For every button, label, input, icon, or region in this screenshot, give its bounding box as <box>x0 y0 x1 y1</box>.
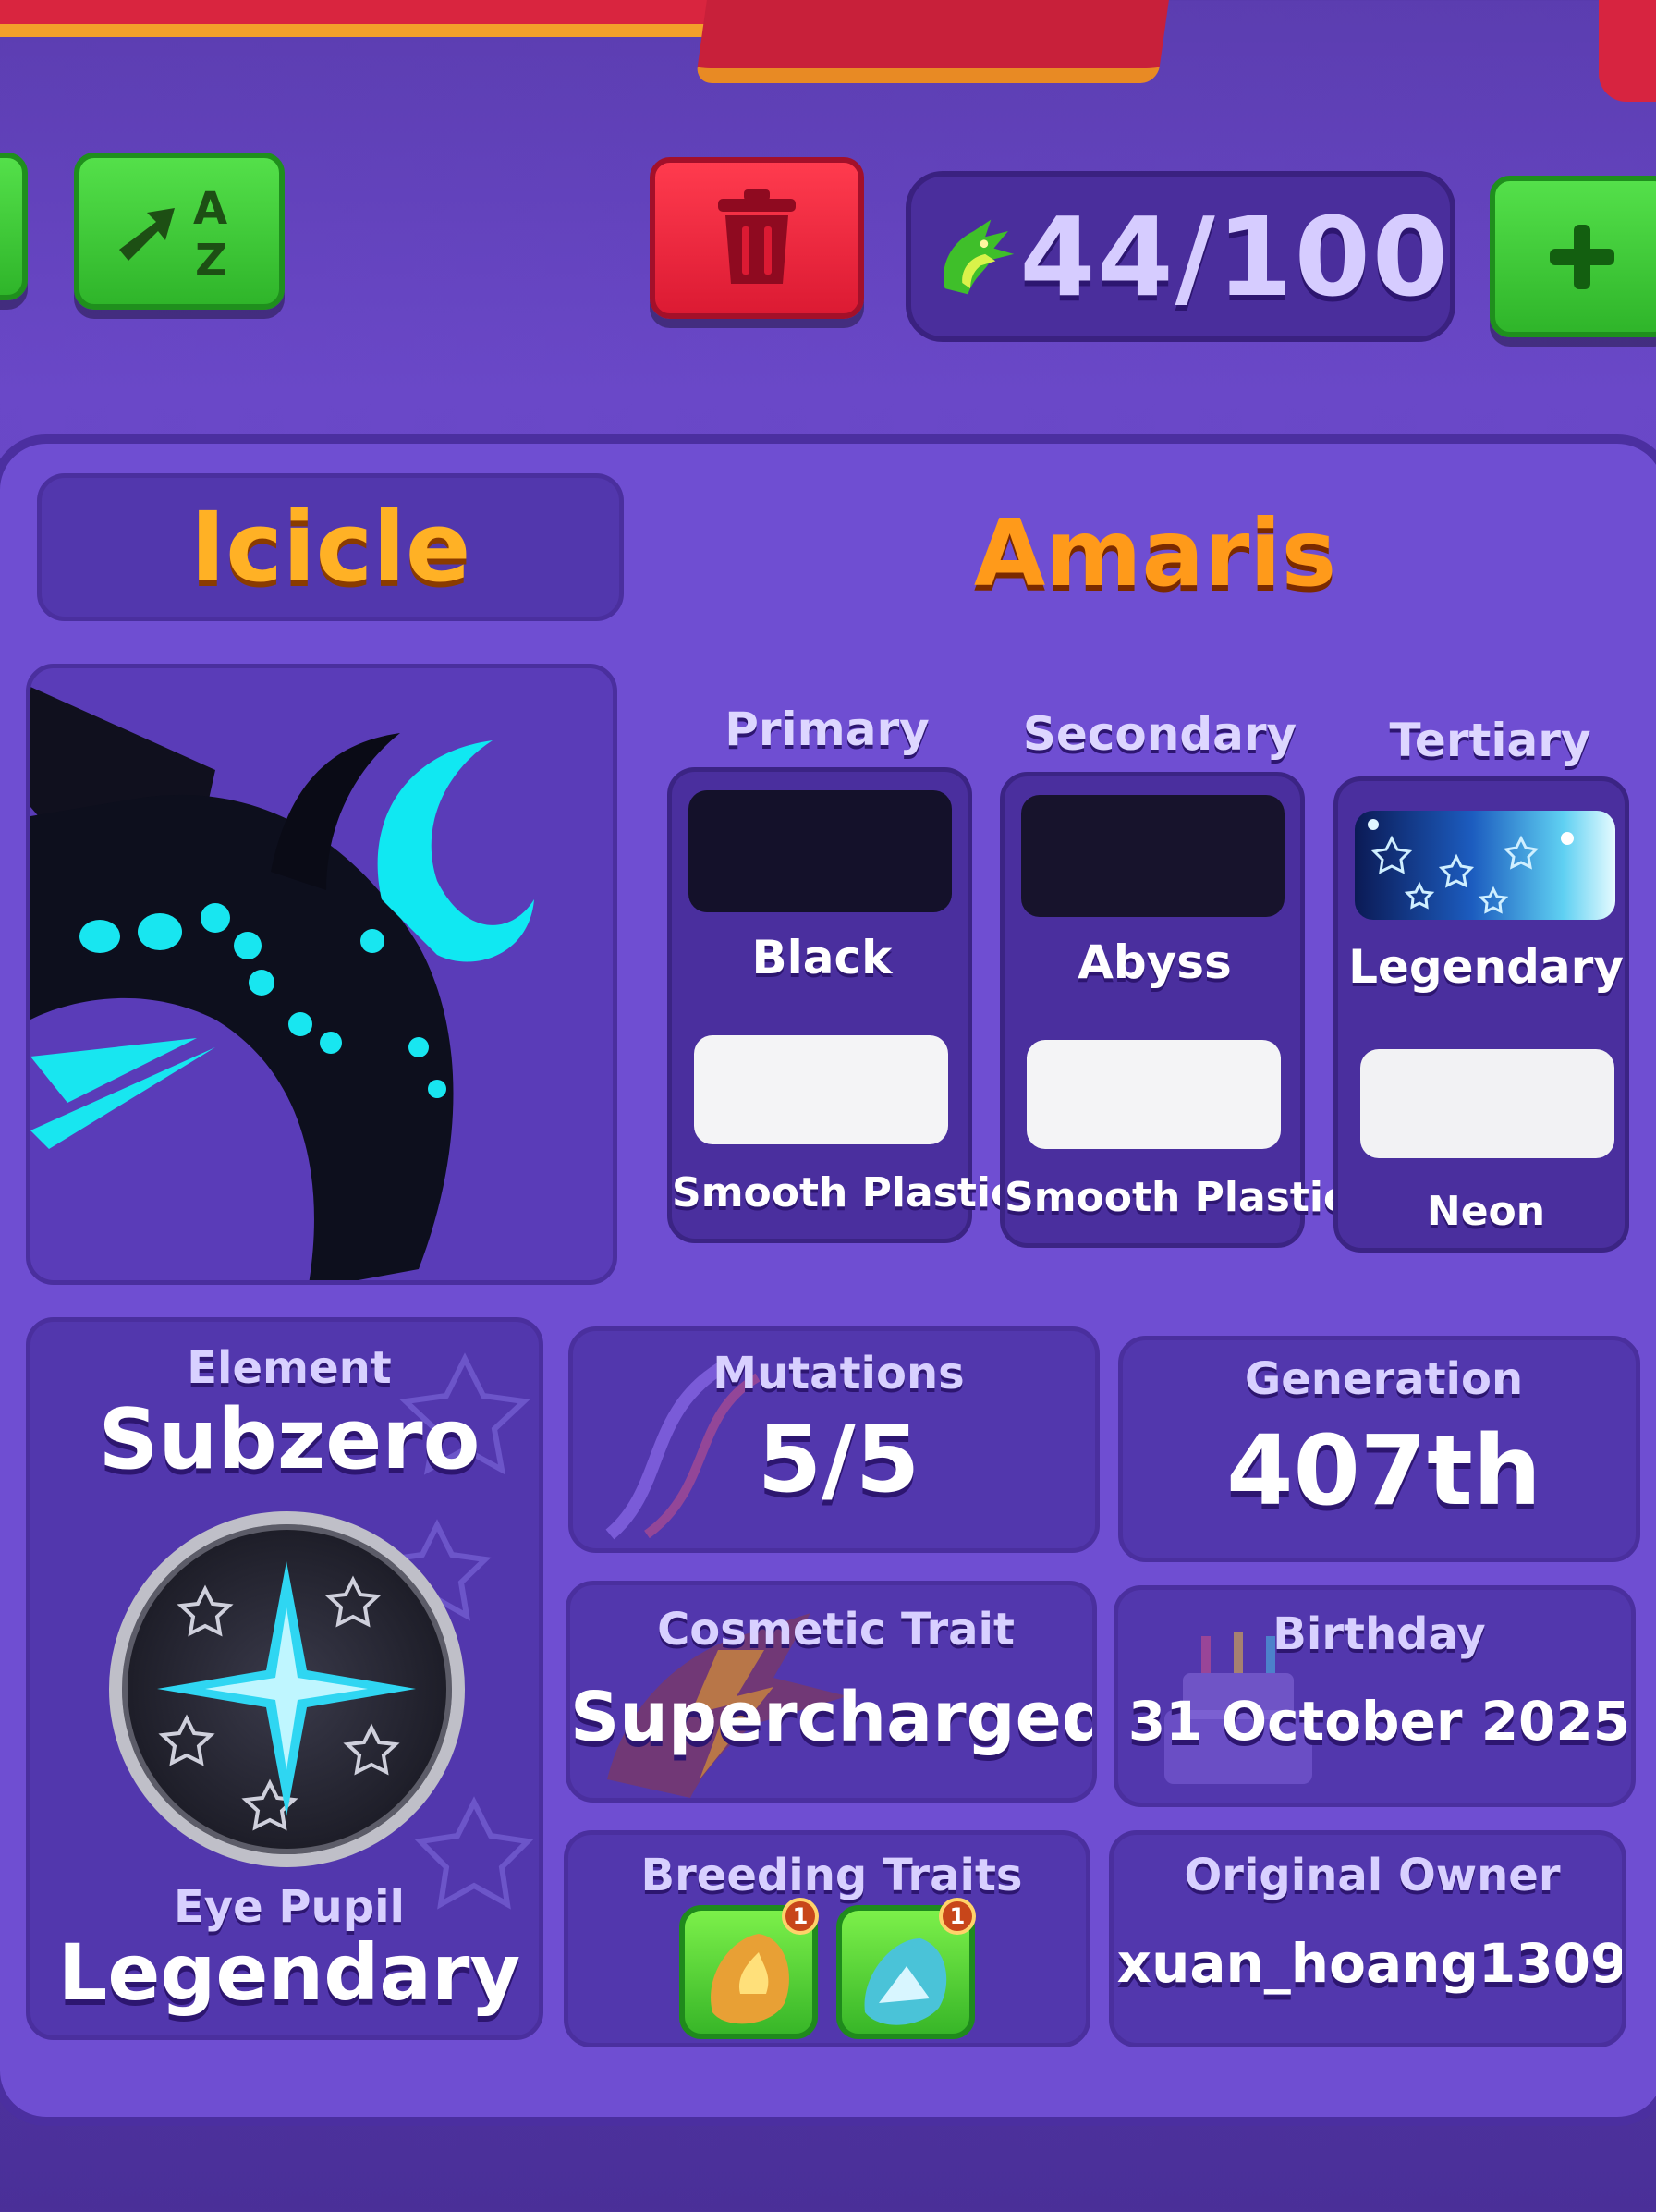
top-banner-right <box>1599 0 1656 102</box>
element-card: Element Subzero Eye Pupil Legendary <box>26 1317 543 2040</box>
cosmetic-trait-label: Cosmetic Trait <box>657 1604 1015 1656</box>
secondary-color-card[interactable]: Abyss Smooth Plastic <box>1000 772 1348 1248</box>
dragon-count-text: 44/100 <box>1019 192 1450 321</box>
original-owner-label: Original Owner <box>1184 1850 1561 1901</box>
cosmetic-trait-value: Supercharged <box>570 1678 1097 1757</box>
partial-green-button[interactable] <box>0 153 28 300</box>
breeding-trait-fire[interactable]: 1 <box>679 1898 819 2039</box>
top-banner-tab <box>695 0 1172 83</box>
breeding-traits-label: Breeding Traits <box>640 1850 1023 1901</box>
primary-header: Primary <box>724 703 930 756</box>
primary-material-swatch <box>694 1035 948 1144</box>
secondary-header: Secondary <box>1022 707 1297 761</box>
dragon-portrait <box>26 664 617 1285</box>
svg-text:Z: Z <box>195 235 227 287</box>
eye-pupil-label: Eye Pupil <box>174 1881 405 1933</box>
delete-button[interactable] <box>650 157 864 319</box>
breeding-trait-ice[interactable]: 1 <box>836 1898 976 2039</box>
snowflake-star-icon <box>157 1561 416 1831</box>
dragon-name-plate[interactable]: Icicle <box>37 473 624 621</box>
generation-card: Generation 407th <box>1118 1336 1640 1562</box>
add-slots-button[interactable] <box>1490 176 1656 337</box>
generation-value: 407th <box>1226 1414 1541 1527</box>
dragon-counter: 44/100 <box>906 171 1455 342</box>
tertiary-header: Tertiary <box>1389 714 1591 767</box>
species-name: Amaris <box>973 499 1337 607</box>
original-owner-value: xuan_hoang1309 <box>1116 1932 1626 1995</box>
breeding-traits-card: Breeding Traits 1 1 <box>564 1830 1090 2047</box>
dragon-name: Icicle <box>189 491 471 604</box>
tertiary-color-name: Legendary <box>1348 940 1624 994</box>
birthday-value: 31 October 2025 <box>1127 1690 1631 1753</box>
eye-pupil-value: Legendary <box>57 1927 521 2018</box>
element-value: Subzero <box>98 1391 481 1488</box>
birthday-label: Birthday <box>1272 1608 1486 1660</box>
secondary-color-name: Abyss <box>1078 935 1232 989</box>
tertiary-material-swatch <box>1360 1049 1614 1158</box>
primary-color-name: Black <box>751 931 893 984</box>
dragon-image <box>30 687 534 1280</box>
mutations-card: Mutations 5/5 <box>568 1326 1100 1553</box>
secondary-color-swatch <box>1021 795 1285 917</box>
a-z-sort-icon: A Z <box>119 183 227 287</box>
primary-material-name: Smooth Plastic <box>672 1169 1016 1216</box>
secondary-material-name: Smooth Plastic <box>1005 1174 1348 1221</box>
element-emblem <box>109 1511 465 1867</box>
breeding-trait-badge: 1 <box>939 1898 976 1935</box>
primary-color-card[interactable]: Black Smooth Plastic <box>667 767 1016 1243</box>
breeding-trait-badge: 1 <box>782 1898 819 1935</box>
mutations-value: 5/5 <box>757 1405 920 1513</box>
secondary-material-swatch <box>1027 1040 1281 1149</box>
tertiary-material-name: Neon <box>1426 1188 1546 1235</box>
dragon-head-icon <box>944 219 1015 294</box>
tertiary-color-card[interactable]: Legendary Neon <box>1333 776 1629 1253</box>
trash-icon <box>718 189 796 284</box>
sort-button[interactable]: A Z <box>74 153 285 310</box>
top-banner-left <box>0 0 813 37</box>
star-pattern-icon <box>1368 819 1574 914</box>
svg-text:A: A <box>193 183 227 235</box>
birthday-card: Birthday 31 October 2025 <box>1114 1585 1636 1807</box>
generation-label: Generation <box>1244 1353 1524 1405</box>
plus-icon <box>1550 224 1614 289</box>
original-owner-card: Original Owner xuan_hoang1309 <box>1109 1830 1626 2047</box>
element-label: Element <box>187 1342 392 1394</box>
primary-color-swatch <box>688 790 952 912</box>
species-title: Amaris <box>832 499 1479 619</box>
tertiary-color-swatch <box>1355 811 1615 920</box>
mutations-label: Mutations <box>712 1348 965 1399</box>
cosmetic-trait-card: Cosmetic Trait Supercharged <box>566 1581 1097 1803</box>
